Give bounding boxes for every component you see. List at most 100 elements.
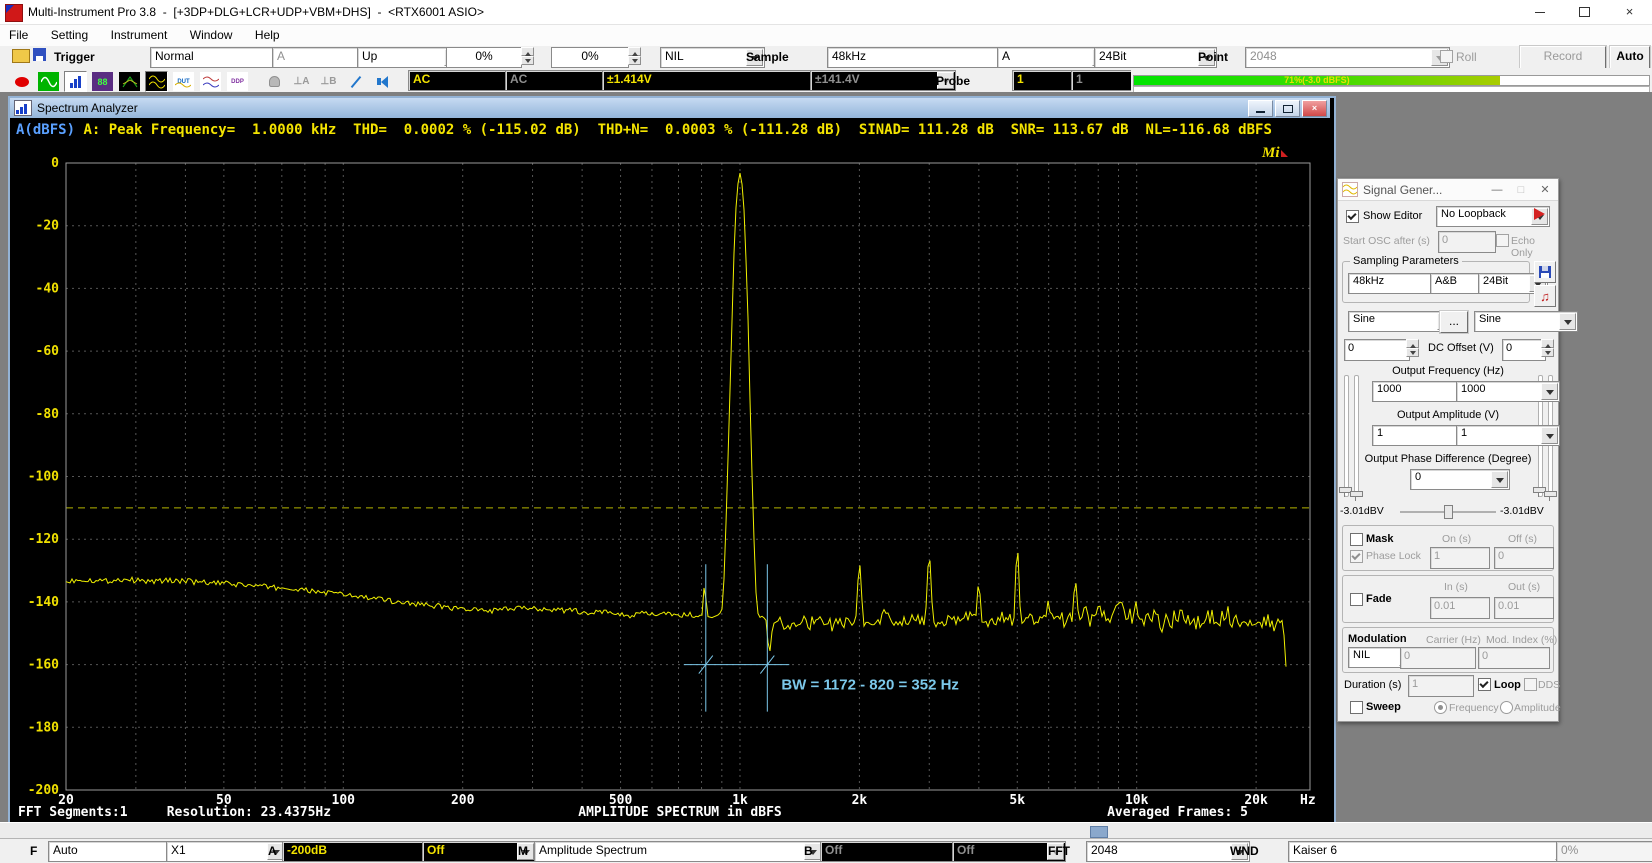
panel-close-button[interactable]: ✕: [1538, 183, 1552, 196]
input-a-probe-icon: ⊥A: [290, 71, 313, 92]
amplitude-slider-a1[interactable]: [1344, 375, 1349, 497]
sound-output-icon[interactable]: [371, 71, 394, 92]
spectrum-trace-a: [66, 173, 1286, 666]
menu-instrument[interactable]: Instrument: [102, 25, 177, 46]
calibration-icon[interactable]: [344, 71, 367, 92]
close-icon: ×: [1312, 103, 1317, 113]
averaged-frames-status: Averaged Frames: 5: [1020, 805, 1248, 820]
signal-generator-titlebar[interactable]: Signal Gener... — □ ✕: [1338, 179, 1558, 201]
window-function-select[interactable]: Kaiser 6: [1288, 841, 1574, 862]
start-osc-label: Start OSC after (s): [1343, 235, 1430, 247]
menu-setting[interactable]: Setting: [42, 25, 97, 46]
menu-bar: File Setting Instrument Window Help: [0, 25, 1652, 47]
oscilloscope-icon[interactable]: [37, 71, 60, 92]
frequency-b-select[interactable]: 1000: [1456, 381, 1560, 402]
dc-offset-a-arrows[interactable]: [1406, 339, 1419, 357]
minimize-button[interactable]: [1517, 0, 1562, 24]
start-output-button[interactable]: [1534, 208, 1545, 220]
slider-handle-b2[interactable]: [1544, 491, 1557, 497]
trigger-level-arrows[interactable]: [521, 47, 534, 65]
spectrum-analyzer-icon[interactable]: [64, 71, 87, 92]
mdi-scrollbar-thumb[interactable]: [1090, 826, 1108, 838]
auto-button[interactable]: Auto: [1610, 46, 1650, 70]
loopback-select[interactable]: No Loopback: [1436, 206, 1550, 227]
signal-generator-icon[interactable]: [145, 71, 168, 92]
menu-help[interactable]: Help: [246, 25, 289, 46]
fft-segments-status: FFT Segments:1 Resolution: 23.4375Hz: [18, 805, 331, 820]
y-tick-label: 0: [51, 156, 59, 171]
show-editor-checkbox[interactable]: [1346, 210, 1359, 223]
multimeter-icon[interactable]: 88: [91, 71, 114, 92]
music-library-button[interactable]: ♫: [1534, 285, 1556, 307]
start-osc-field: 0: [1438, 231, 1496, 253]
sampling-parameters-label: Sampling Parameters: [1350, 255, 1462, 267]
y-tick-label: -120: [28, 532, 59, 547]
spectrum-window-titlebar[interactable]: Spectrum Analyzer ×: [10, 98, 1330, 118]
menu-file[interactable]: File: [0, 25, 37, 46]
open-file-icon[interactable]: [12, 49, 30, 63]
level-meter-text: 71%(-3.0 dBFS): [1134, 76, 1500, 85]
loop-checkbox[interactable]: [1478, 678, 1491, 691]
dc-offset-a-field[interactable]: 0: [1344, 339, 1410, 361]
a-range-select[interactable]: -200dB: [282, 841, 441, 862]
fade-out-label: Out (s): [1508, 581, 1540, 593]
panel-minimize-button[interactable]: —: [1490, 184, 1504, 196]
save-icon[interactable]: [33, 48, 46, 61]
spectrum-minimize-button[interactable]: [1248, 100, 1273, 117]
mask-checkbox[interactable]: [1350, 533, 1363, 546]
dbv-left-label: -3.01dBV: [1340, 505, 1384, 517]
modulation-label: Modulation: [1348, 633, 1407, 645]
sweep-checkbox[interactable]: [1350, 701, 1363, 714]
dc-offset-label: DC Offset (V): [1428, 342, 1494, 354]
level-meter-track-a: 71%(-3.0 dBFS): [1133, 75, 1650, 86]
menu-window[interactable]: Window: [181, 25, 242, 46]
fft-size-select[interactable]: 2048: [1086, 841, 1250, 862]
spectrum-plot[interactable]: BW = 1172 - 820 = 352 Hz20501002005001k2…: [10, 118, 1330, 820]
balance-slider-handle[interactable]: [1444, 505, 1453, 519]
trigger-delay-spinner[interactable]: 0%: [551, 47, 629, 68]
roll-checkbox: [1440, 50, 1453, 63]
spectrum-3d-plot-icon[interactable]: [118, 71, 141, 92]
spectrum-restore-button[interactable]: [1275, 100, 1300, 117]
mdi-scrollbar[interactable]: [0, 822, 1652, 839]
dc-offset-b-field[interactable]: 0: [1502, 339, 1546, 361]
dds-label: DDS: [1538, 679, 1560, 691]
view-toolbar: F Auto X1 A -200dB Off M Amplitude Spect…: [0, 838, 1652, 863]
fade-checkbox[interactable]: [1350, 593, 1363, 606]
dc-offset-b-arrows[interactable]: [1541, 339, 1554, 357]
derived-data-point-icon[interactable]: [199, 71, 222, 92]
phase-difference-select[interactable]: 0: [1410, 469, 1510, 490]
close-button[interactable]: ×: [1607, 0, 1652, 24]
window-title: Multi-Instrument Pro 3.8 - [+3DP+DLG+LCR…: [28, 5, 484, 19]
trigger-mode-select[interactable]: Normal: [150, 47, 292, 68]
waveform-b-select[interactable]: Sine: [1474, 311, 1578, 332]
save-signal-button[interactable]: [1534, 261, 1556, 283]
trigger-delay-arrows[interactable]: [628, 47, 641, 65]
phase-lock-label: Phase Lock: [1366, 550, 1421, 562]
sweep-label: Sweep: [1366, 701, 1401, 713]
bw-annotation: BW = 1172 - 820 = 352 Hz: [781, 677, 959, 694]
spectrum-close-button[interactable]: ×: [1302, 100, 1327, 117]
maximize-button[interactable]: [1562, 0, 1607, 24]
y-tick-label: -60: [36, 344, 60, 359]
device-test-plan-icon[interactable]: DUT: [172, 71, 195, 92]
waveform-more-button[interactable]: ...: [1440, 311, 1468, 333]
record-indicator-icon[interactable]: [10, 71, 33, 92]
ddp-viewer-icon[interactable]: DDP: [226, 71, 249, 92]
trigger-level-spinner[interactable]: 0%: [446, 47, 522, 68]
mi-logo: Mi: [1262, 145, 1288, 162]
amplitude-b-select[interactable]: 1: [1456, 425, 1560, 446]
panel-maximize-button: □: [1514, 184, 1528, 196]
slider-handle-a2[interactable]: [1350, 491, 1363, 497]
y-tick-label: -40: [36, 281, 60, 296]
input-range-a-select[interactable]: ±1.414V: [602, 70, 832, 91]
view-mode-select[interactable]: Amplitude Spectrum: [534, 841, 823, 862]
a-channel-label: A: [268, 844, 277, 858]
echo-only-checkbox: [1496, 234, 1509, 247]
sweep-amplitude-label: Amplitude: [1514, 702, 1561, 714]
amplitude-slider-a2[interactable]: [1354, 375, 1359, 497]
output-phase-label: Output Phase Difference (Degree): [1338, 453, 1558, 465]
fade-in-label: In (s): [1444, 581, 1468, 593]
sample-rate-select[interactable]: 48kHz: [827, 47, 1016, 68]
mdi-workspace: Spectrum Analyzer × BW = 1172 - 820 = 35…: [0, 92, 1652, 822]
